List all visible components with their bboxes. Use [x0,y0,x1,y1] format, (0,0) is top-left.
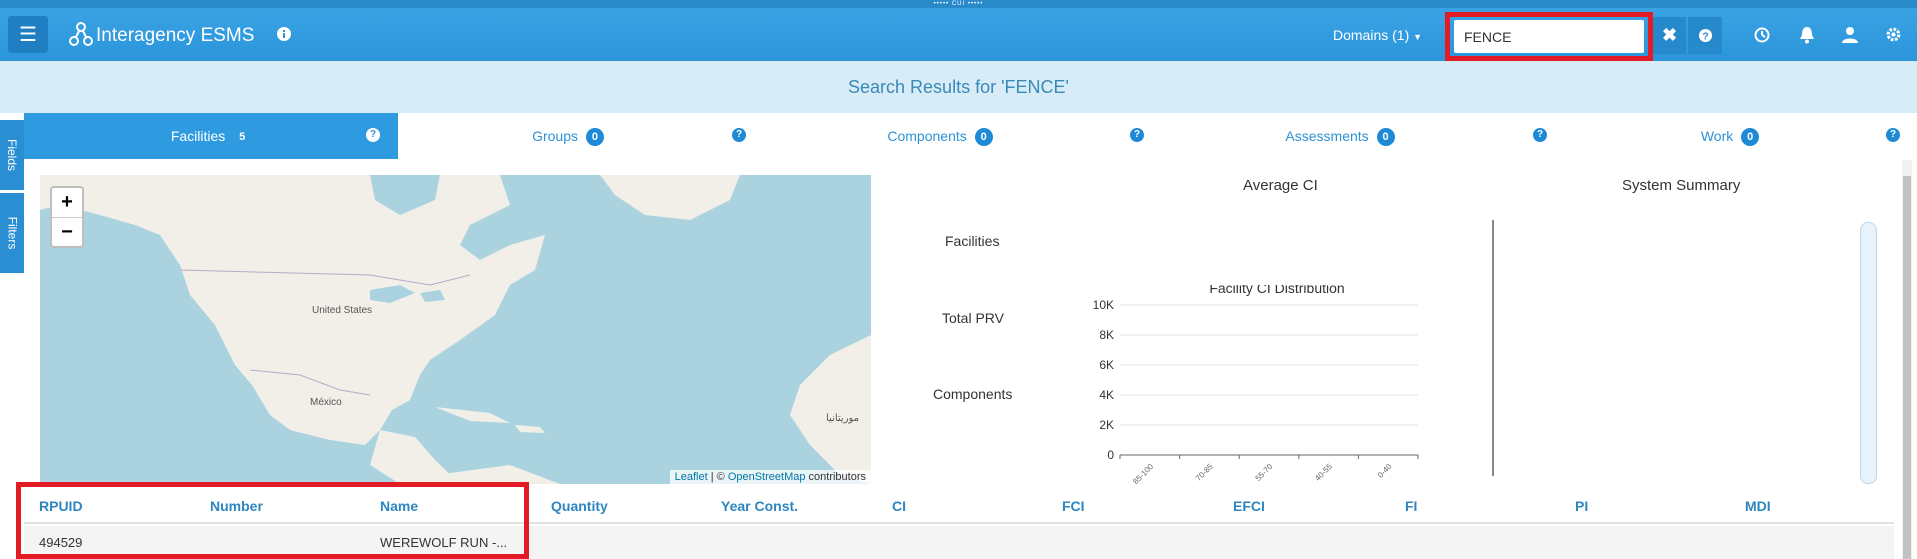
leaflet-link[interactable]: Leaflet [675,471,708,483]
map-attribution: Leaflet | © OpenStreetMap contributors [669,470,871,484]
help-icon[interactable]: ? [1886,128,1900,142]
count-badge: 0 [1741,128,1760,147]
tab-assessments[interactable]: Assessments 0 [1150,113,1530,159]
map-zoom-control: + − [50,186,84,248]
help-icon[interactable]: ? [732,128,746,142]
y-tick-label: 10K [1093,298,1114,312]
x-tick-label: 85-100 [1131,462,1155,485]
classification-banner: ••••• CUI ••••• [0,0,1917,8]
tab-label: Facilities [170,128,226,144]
tab-groups[interactable]: Groups 0 [398,113,738,159]
help-icon[interactable]: ? [1130,128,1144,142]
bell-icon[interactable] [1799,26,1815,44]
system-summary-title: System Summary [1622,177,1741,194]
app-title[interactable]: Interagency ESMS [96,26,254,46]
page-scrollbar-thumb[interactable] [1903,176,1911,559]
facility-map[interactable]: United States México موريتانيا Leaflet |… [40,175,871,484]
column-header-year-const[interactable]: Year Const. [721,488,798,524]
total-prv-label: Total PRV [942,310,1004,326]
menu-button[interactable]: ☰ [8,16,48,53]
menu-icon: ☰ [19,24,37,46]
help-icon[interactable]: ? [366,128,380,142]
chart-title: Facility CI Distribution [1209,285,1344,296]
facility-ci-chart: Facility CI Distribution 0 2K 4K 6K 8K 10K 85-… [1093,285,1419,485]
network-logo-icon [69,22,93,46]
tab-work[interactable]: Work 0 [1560,113,1900,159]
column-header-fci[interactable]: FCI [1062,488,1085,524]
cell-rpuid: 494529 [39,535,83,550]
facilities-label: Facilities [945,233,1000,249]
table-row[interactable]: 494529 WEREWOLF RUN -... [24,526,1894,559]
panel-divider [1492,220,1494,476]
search-help-button[interactable]: ? [1688,17,1722,54]
average-ci-title: Average CI [1243,177,1318,194]
map-label-mauritania: موريتانيا [826,413,860,424]
column-header-pi[interactable]: PI [1575,488,1588,524]
y-tick-label: 6K [1099,358,1114,372]
side-tab-label: Fields [5,138,20,172]
user-icon[interactable] [1842,26,1858,43]
domains-dropdown[interactable]: Domains (1) ▼ [1333,26,1422,46]
tab-label: Assessments [1285,128,1369,144]
side-tab-fields[interactable]: Fields [0,120,24,190]
close-icon: ✖ [1661,25,1678,45]
column-header-rpuid[interactable]: RPUID [39,488,83,524]
y-tick-label: 4K [1099,388,1114,402]
y-tick-label: 8K [1099,328,1114,342]
y-tick-label: 2K [1099,418,1114,432]
column-header-ci[interactable]: CI [892,488,906,524]
side-tab-label: Filters [5,216,20,250]
column-header-name[interactable]: Name [380,488,418,524]
tab-components[interactable]: Components 0 [760,113,1120,159]
count-badge: 0 [1376,128,1395,147]
info-icon[interactable] [276,26,292,42]
caret-down-icon: ▼ [1413,32,1423,42]
x-tick-label: 0-40 [1376,462,1394,480]
side-tab-filters[interactable]: Filters [0,193,24,273]
system-summary-scrollbar[interactable] [1860,222,1877,484]
tab-label: Work [1700,128,1734,144]
tab-label: Components [887,128,967,144]
search-input[interactable] [1454,20,1644,53]
tab-facilities[interactable]: Facilities 5 [24,113,398,159]
map-label-united-states: United States [312,305,373,316]
column-header-fi[interactable]: FI [1405,488,1417,524]
column-header-number[interactable]: Number [210,488,263,524]
components-label: Components [933,386,1013,402]
x-tick-label: 40-55 [1313,462,1334,483]
attribution-suffix: contributors [805,471,866,483]
count-badge: 5 [239,131,246,144]
settings-icon[interactable] [1885,26,1902,43]
x-tick-label: 55-70 [1254,462,1275,483]
x-tick-label: 70-85 [1194,462,1215,483]
osm-link[interactable]: OpenStreetMap [728,471,806,483]
map-basemap [40,175,871,484]
help-icon[interactable]: ? [1533,128,1547,142]
history-icon[interactable] [1754,27,1770,43]
column-header-quantity[interactable]: Quantity [551,488,608,524]
count-badge: 0 [585,128,604,147]
attribution-separator: | © [707,471,728,483]
search-results-title: Search Results for 'FENCE' [0,61,1917,113]
column-header-mdi[interactable]: MDI [1745,488,1771,524]
zoom-out-button[interactable]: − [52,218,82,247]
zoom-in-button[interactable]: + [52,188,82,218]
cell-name: WEREWOLF RUN -... [380,535,508,550]
map-label-mexico: México [310,397,342,408]
clear-search-button[interactable]: ✖ [1653,17,1686,54]
y-tick-label: 0 [1107,448,1114,462]
results-grid-header: RPUID Number Name Quantity Year Const. C… [24,488,1894,524]
help-icon: ? [1698,28,1712,42]
column-header-efci[interactable]: EFCI [1233,488,1265,524]
svg-text:?: ? [1702,31,1708,42]
count-badge: 0 [974,128,993,147]
domains-label: Domains (1) [1333,27,1410,43]
tab-label: Groups [532,128,579,144]
